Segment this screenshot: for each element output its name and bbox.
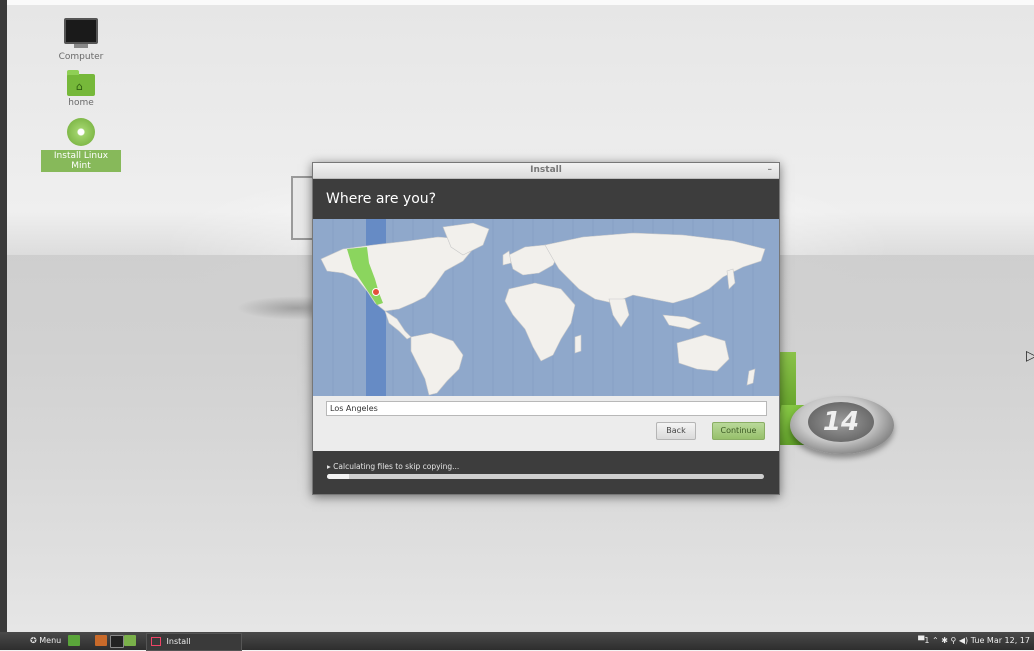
window-title: Install [530, 165, 562, 175]
desktop-icon-label: Computer [58, 52, 104, 62]
install-progress-panel: ▸ Calculating files to skip copying... [313, 451, 779, 494]
taskbar: ✪ Menu Install ▀1 ⌃ ✱ ⚲ ◀) Tue Mar 12, 1… [0, 632, 1034, 651]
timezone-map[interactable] [313, 219, 779, 396]
progress-bar [327, 474, 764, 479]
install-window: Install – Where are you? Los Angeles Bac… [312, 162, 780, 495]
page-title: Where are you? [313, 179, 779, 219]
desktop-icon-computer[interactable]: Computer [41, 18, 121, 62]
progress-status-text[interactable]: ▸ Calculating files to skip copying... [327, 462, 459, 471]
chevron-up-icon[interactable]: ⌃ [932, 636, 939, 645]
bluetooth-icon[interactable]: ✱ [941, 636, 948, 645]
desktop-icon-label: home [68, 98, 94, 108]
desktop-icon-install[interactable]: Install Linux Mint [41, 118, 121, 172]
menu-label: Menu [39, 636, 62, 645]
desktop-icon-home[interactable]: ⌂ home [41, 70, 121, 108]
files-icon[interactable] [124, 635, 136, 646]
taskbar-window-install[interactable]: Install [146, 633, 242, 651]
progress-bar-fill [327, 474, 349, 479]
menu-button[interactable]: ✪ Menu [30, 634, 61, 648]
screen-left-edge [0, 0, 7, 650]
taskbar-window-label: Install [166, 637, 191, 646]
mouse-cursor-icon: ▷ [1026, 348, 1034, 364]
world-map-graphic [320, 219, 766, 396]
location-input[interactable] [326, 401, 767, 416]
computer-icon [64, 18, 98, 48]
minimize-button[interactable]: – [768, 163, 773, 178]
dvd-disc-icon [67, 118, 95, 146]
firefox-icon[interactable] [95, 635, 107, 646]
back-button[interactable]: Back [656, 422, 696, 440]
show-desktop-icon[interactable] [68, 635, 80, 646]
mint-menu-icon: ✪ [30, 636, 37, 645]
wallpaper-version-logo: 14 [808, 402, 874, 442]
system-tray: ▀1 ⌃ ✱ ⚲ ◀) Tue Mar 12, 17 [918, 634, 1030, 648]
clock[interactable]: Tue Mar 12, 17 [971, 636, 1030, 645]
home-folder-icon: ⌂ [67, 70, 95, 96]
desktop-icon-label: Install Linux Mint [41, 150, 121, 172]
window-icon [151, 637, 161, 646]
continue-button[interactable]: Continue [712, 422, 765, 440]
terminal-icon[interactable] [110, 635, 124, 648]
window-titlebar[interactable]: Install – [313, 163, 779, 179]
workspace-icon[interactable]: ▀1 [918, 636, 929, 645]
network-icon[interactable]: ⚲ [950, 636, 956, 645]
volume-icon[interactable]: ◀) [959, 636, 968, 645]
